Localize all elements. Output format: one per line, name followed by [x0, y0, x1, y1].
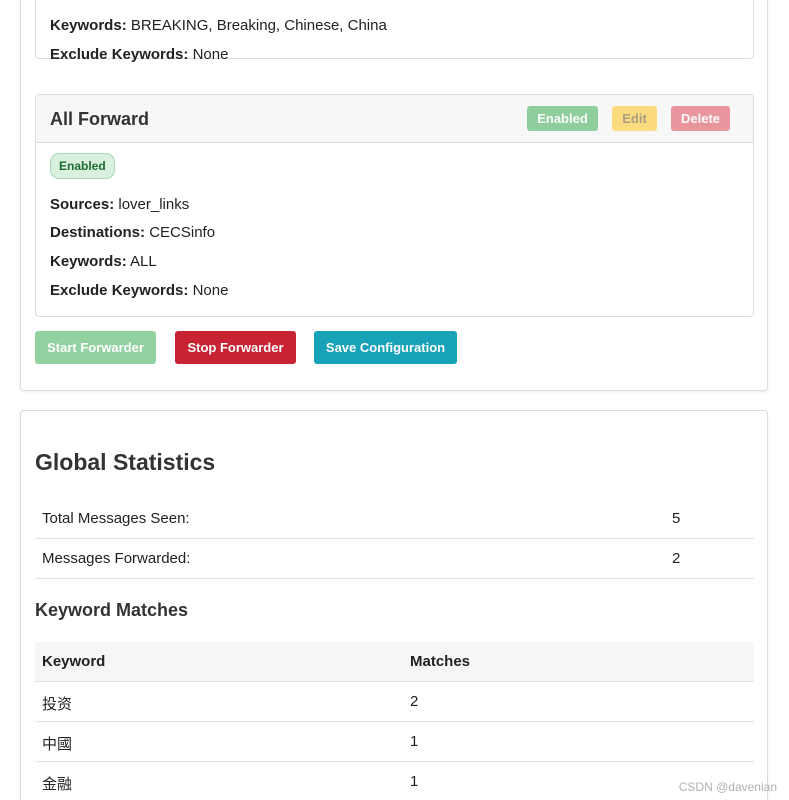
- stats-row-total: Total Messages Seen: 5: [35, 499, 754, 539]
- stats-row-forwarded: Messages Forwarded: 2: [35, 539, 754, 579]
- matches-cell: 1: [410, 733, 419, 750]
- rule-delete-button[interactable]: Delete: [671, 106, 730, 131]
- rules-card: Keywords: BREAKING, Breaking, Chinese, C…: [20, 0, 768, 391]
- start-forwarder-button[interactable]: Start Forwarder: [35, 331, 156, 364]
- rule-exclude-keywords: Exclude Keywords: None: [50, 46, 228, 64]
- keyword-table-header: Keyword Matches: [35, 642, 754, 682]
- keyword-cell: 中國: [42, 736, 73, 753]
- table-row: 投资 2: [35, 682, 754, 722]
- save-configuration-button[interactable]: Save Configuration: [314, 331, 457, 364]
- watermark: CSDN @davenian: [678, 780, 777, 794]
- table-row: 金融 1: [35, 762, 754, 800]
- rule-title: All Forward: [50, 109, 150, 129]
- rule-header: All Forward Enabled Edit Delete: [36, 95, 753, 143]
- rule-keywords-label: Keywords:: [50, 253, 127, 270]
- table-row: 中國 1: [35, 722, 754, 762]
- rule-sources-value: lover_links: [118, 196, 190, 213]
- status-badge: Enabled: [50, 153, 115, 179]
- stats-label: Messages Forwarded:: [42, 550, 191, 567]
- rule-keywords: Keywords: BREAKING, Breaking, Chinese, C…: [50, 17, 387, 35]
- keyword-column-header: Keyword: [42, 653, 106, 670]
- rule-sources: Sources: lover_links: [50, 196, 189, 214]
- rule-keywords-value: ALL: [130, 253, 157, 270]
- stop-forwarder-button[interactable]: Stop Forwarder: [175, 331, 296, 364]
- rule-exclude-keywords: Exclude Keywords: None: [50, 282, 228, 300]
- global-statistics-card: Global Statistics Total Messages Seen: 5…: [20, 410, 768, 800]
- matches-cell: 2: [410, 693, 419, 710]
- matches-column-header: Matches: [410, 653, 471, 670]
- rule-exclude-value: None: [192, 46, 229, 63]
- rule-exclude-label: Exclude Keywords:: [50, 282, 189, 299]
- rule-sources-label: Sources:: [50, 196, 115, 213]
- rule-destinations: Destinations: CECSinfo: [50, 224, 215, 242]
- rule-keywords-label: Keywords:: [50, 17, 127, 34]
- stats-value: 2: [672, 550, 681, 567]
- rule-destinations-label: Destinations:: [50, 224, 146, 241]
- keyword-cell: 投资: [42, 696, 73, 713]
- rule-enabled-button[interactable]: Enabled: [527, 106, 598, 131]
- rule-keywords: Keywords: ALL: [50, 253, 157, 271]
- rule-card-previous: Keywords: BREAKING, Breaking, Chinese, C…: [35, 0, 754, 63]
- keyword-matches-title: Keyword Matches: [35, 600, 189, 620]
- stats-value: 5: [672, 510, 681, 527]
- rule-edit-button[interactable]: Edit: [612, 106, 657, 131]
- matches-cell: 1: [410, 773, 419, 790]
- rule-keywords-value: BREAKING, Breaking, Chinese, China: [130, 17, 387, 34]
- keyword-cell: 金融: [42, 776, 73, 793]
- rule-destinations-value: CECSinfo: [149, 224, 216, 241]
- global-statistics-title: Global Statistics: [35, 449, 216, 475]
- page: Keywords: BREAKING, Breaking, Chinese, C…: [0, 0, 789, 800]
- rule-exclude-value: None: [192, 282, 229, 299]
- rule-exclude-label: Exclude Keywords:: [50, 46, 189, 63]
- stats-label: Total Messages Seen:: [42, 510, 190, 527]
- rule-card-all-forward: All Forward Enabled Edit Delete Enabled …: [35, 94, 754, 317]
